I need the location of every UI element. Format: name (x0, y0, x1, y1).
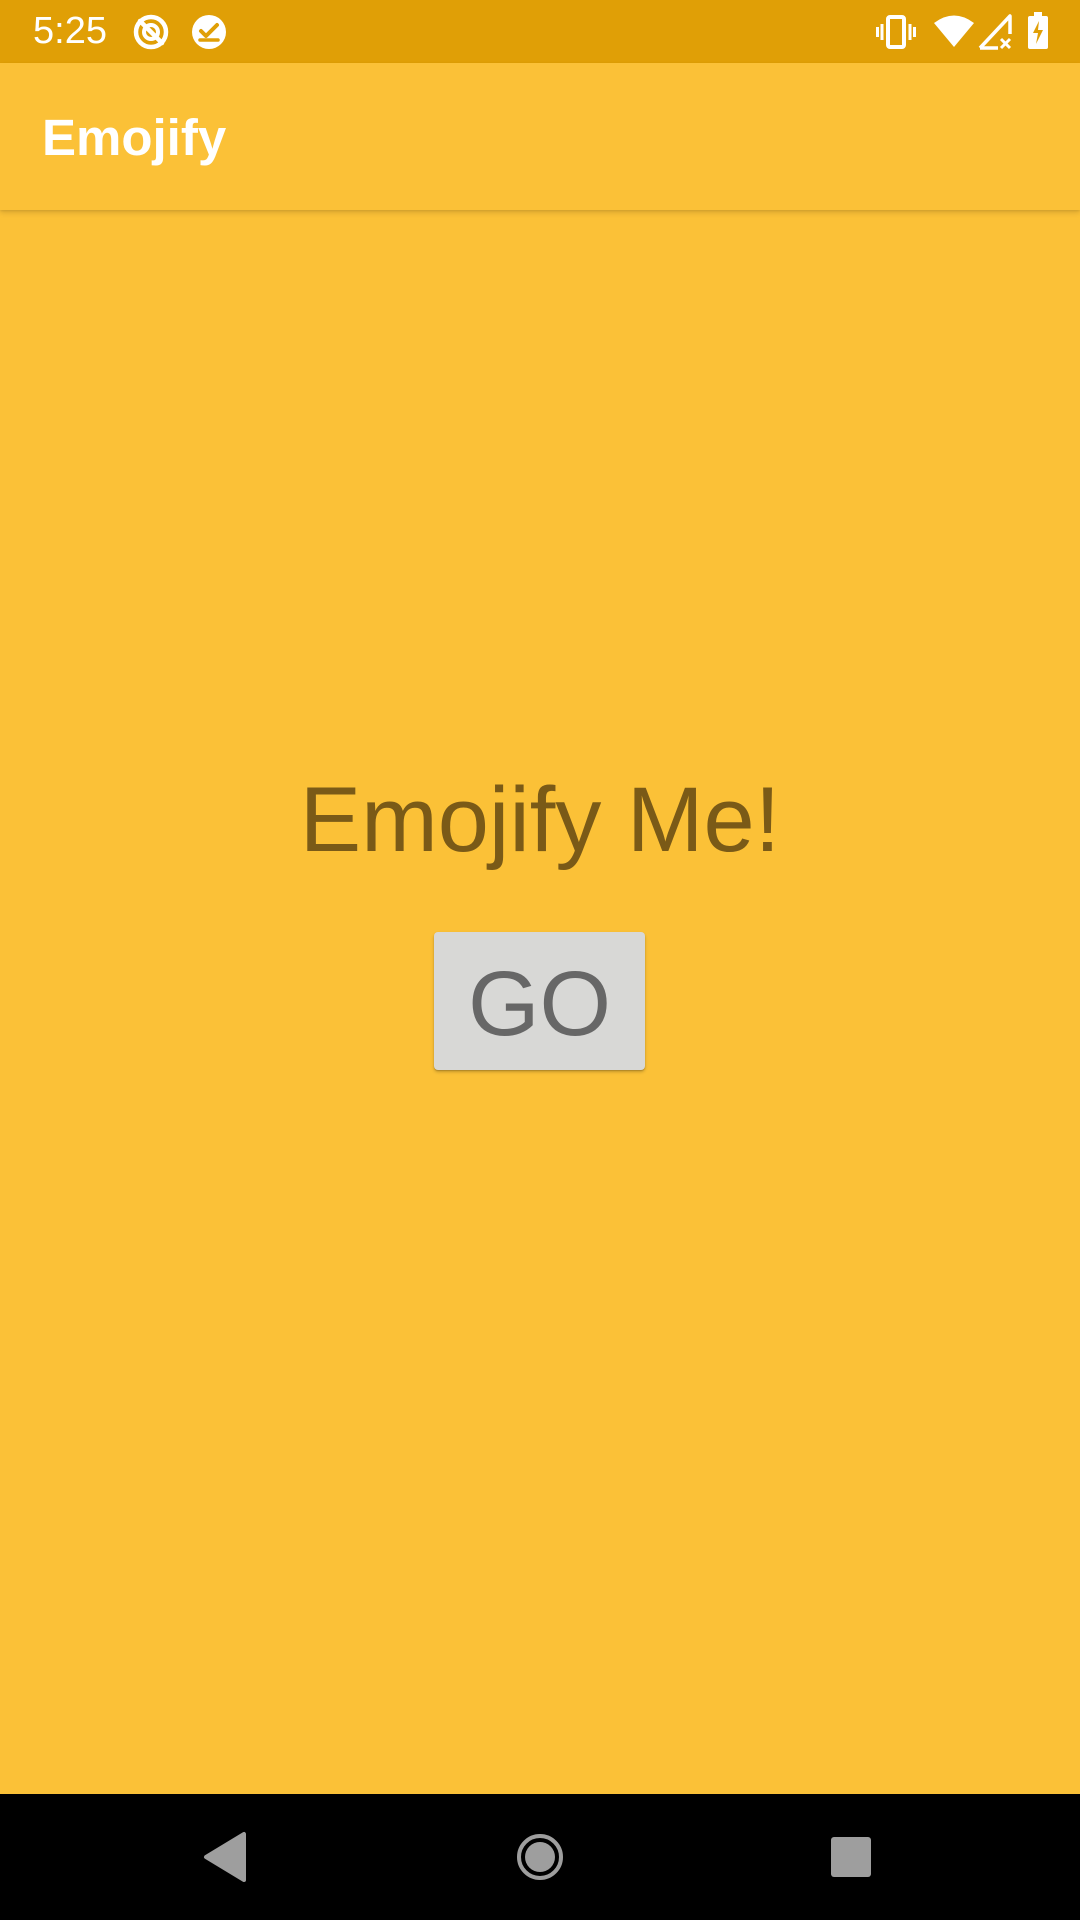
status-bar: 5:25 (0, 0, 1080, 63)
recents-icon[interactable] (771, 1794, 931, 1920)
headline: Emojify Me! (299, 769, 781, 871)
app-bar: Emojify (0, 63, 1080, 210)
back-icon[interactable] (146, 1794, 306, 1920)
home-icon[interactable] (460, 1794, 620, 1920)
sync-disabled-icon (133, 14, 169, 50)
vibrate-icon (876, 15, 916, 49)
app-screen: 5:25 Emojify Emojify Me! GO (0, 0, 1080, 1920)
status-time: 5:25 (33, 10, 107, 52)
battery-charging-icon (1028, 12, 1048, 49)
main-content: Emojify Me! GO (0, 210, 1080, 1794)
navigation-bar (0, 1794, 1080, 1920)
go-button[interactable]: GO (434, 932, 645, 1070)
go-button-label: GO (467, 953, 612, 1055)
app-title: Emojify (42, 109, 227, 166)
signal-no-data-icon (978, 14, 1012, 50)
check-circle-icon (192, 15, 226, 49)
wifi-icon (934, 15, 974, 47)
